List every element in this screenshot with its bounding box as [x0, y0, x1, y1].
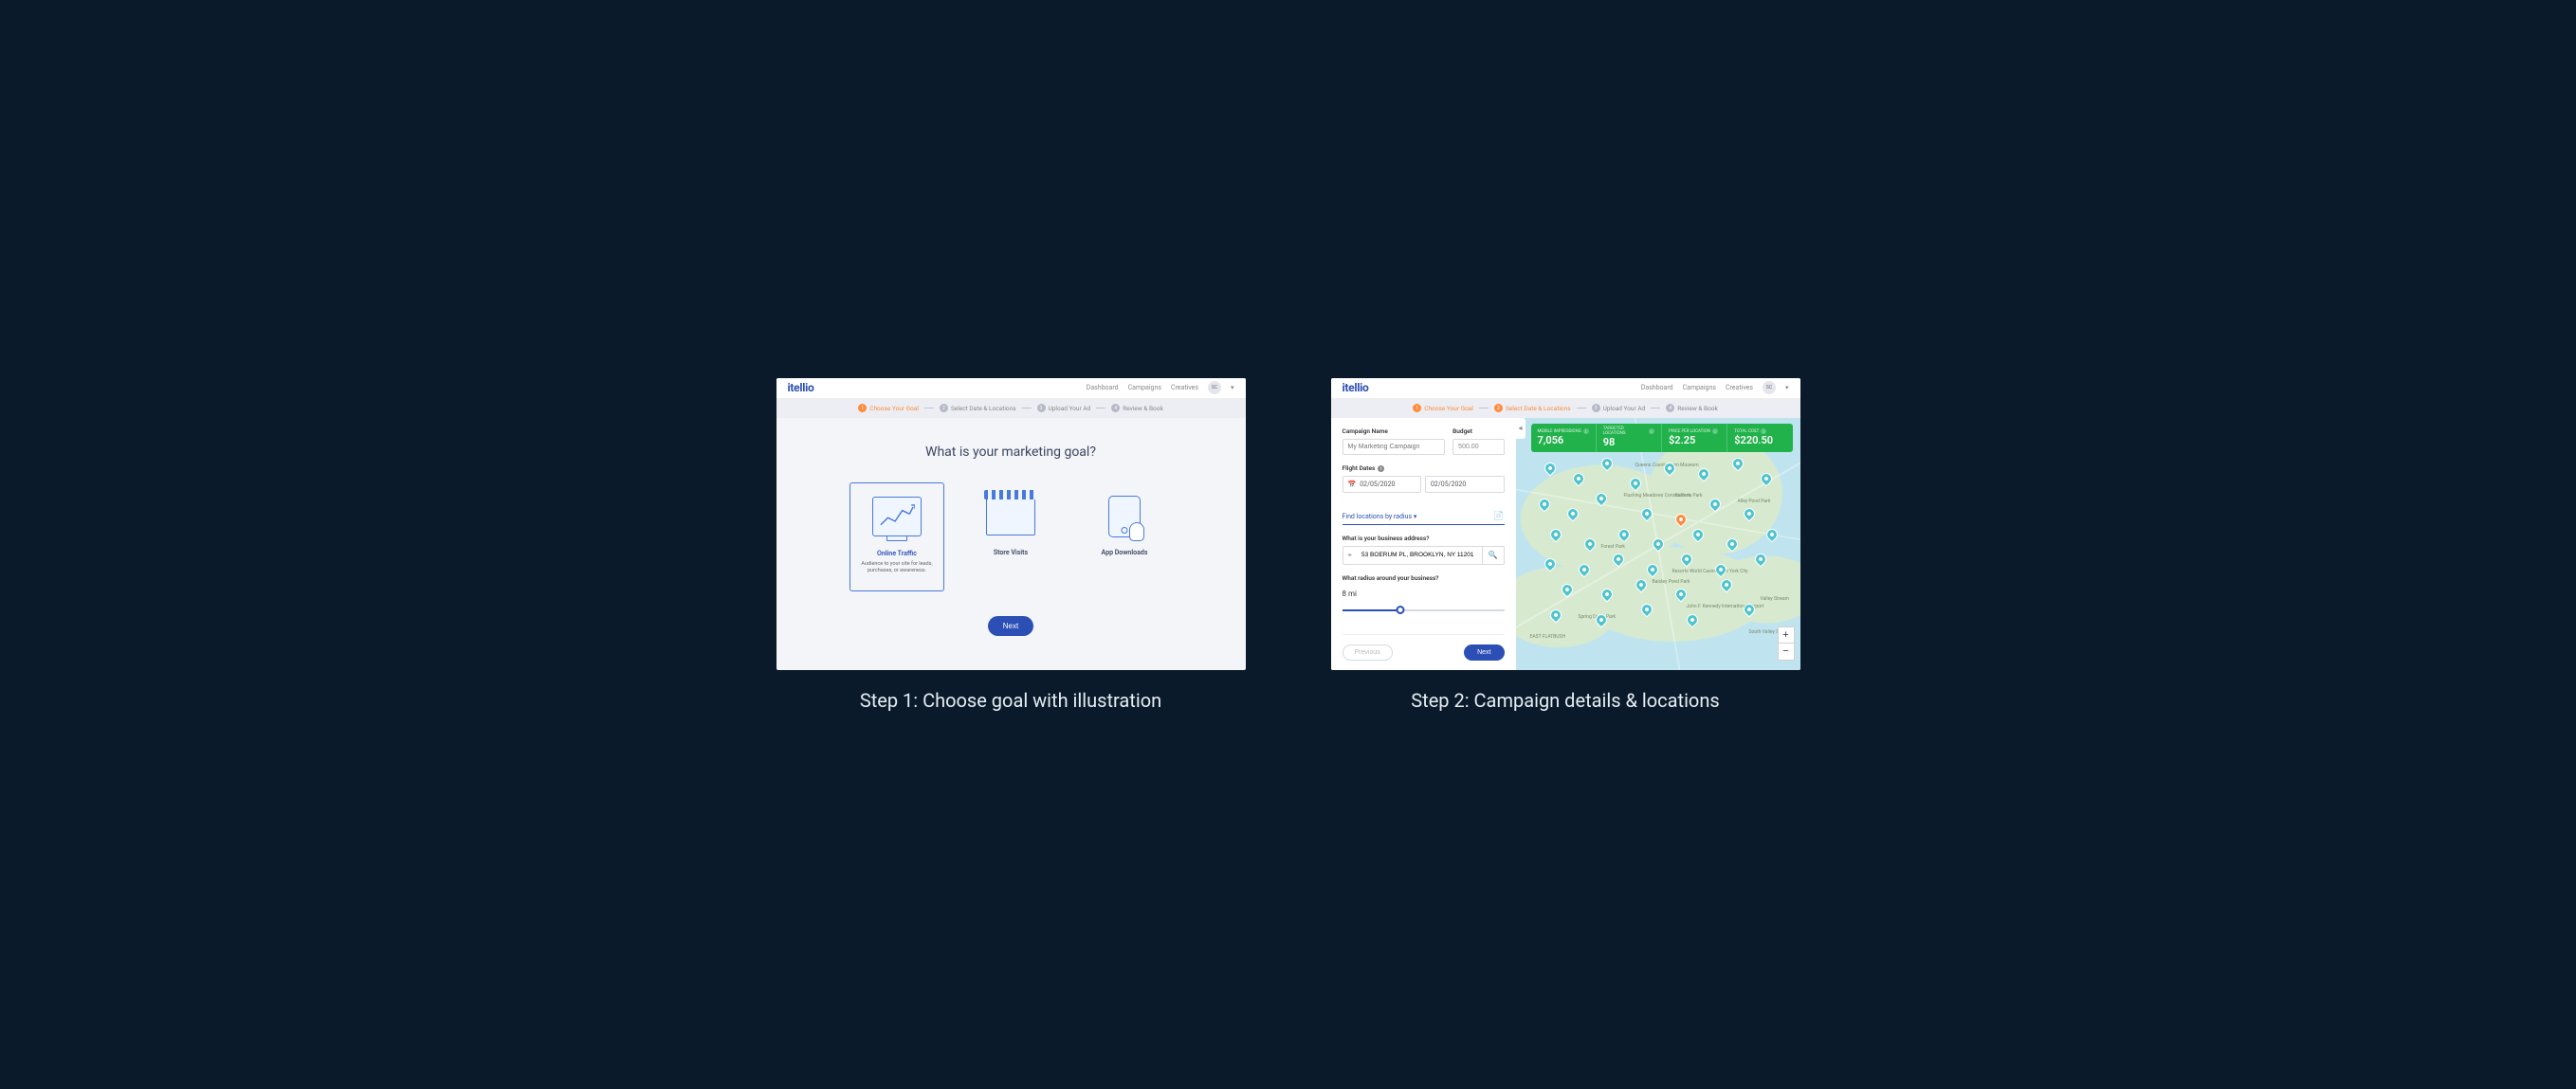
topnav: Dashboard Campaigns Creatives SC ▾: [1641, 381, 1789, 394]
goal-online-traffic[interactable]: Online Traffic Audience to your site for…: [850, 482, 944, 591]
avatar[interactable]: SC: [1208, 381, 1221, 394]
previous-button[interactable]: Previous: [1343, 644, 1393, 661]
step-1[interactable]: 1Choose Your Goal: [1413, 404, 1473, 412]
pin-icon: ⌖: [1343, 547, 1358, 564]
caption-step1: Step 1: Choose goal with illustration: [860, 689, 1161, 712]
map-label: Valley Stream: [1761, 596, 1789, 602]
map-label: Forest Park: [1601, 544, 1625, 550]
goal-desc: Audience to your site for leads, purchas…: [856, 561, 938, 574]
chevron-down-icon: ▾: [1414, 513, 1417, 520]
stepper: 1Choose Your Goal 2Select Date & Locatio…: [1331, 399, 1800, 418]
stat-impressions: MOBILE IMPRESSIONSi7,056: [1531, 424, 1597, 452]
stat-price: PRICE PER LOCATIONi$2.25: [1662, 424, 1727, 452]
nav-dashboard[interactable]: Dashboard: [1641, 384, 1673, 391]
info-icon[interactable]: i: [1649, 428, 1654, 434]
find-locations-dropdown[interactable]: Find locations by radius ▾ 📄: [1343, 512, 1505, 525]
step-4[interactable]: 4Review & Book: [1666, 404, 1718, 412]
map-label: Resorts World Casino New York City: [1672, 569, 1748, 574]
nav-campaigns[interactable]: Campaigns: [1683, 384, 1716, 391]
step-2[interactable]: 2Select Date & Locations: [1494, 404, 1571, 412]
step-3[interactable]: 3Upload Your Ad: [1592, 404, 1646, 412]
phone-tap-icon: [1100, 496, 1149, 541]
campaign-name-label: Campaign Name: [1343, 427, 1446, 435]
budget-label: Budget: [1452, 427, 1504, 435]
calendar-icon: 📅: [1348, 481, 1357, 488]
next-button[interactable]: Next: [988, 616, 1033, 636]
monitor-chart-icon: [872, 497, 922, 542]
budget-input[interactable]: [1452, 439, 1504, 455]
next-button[interactable]: Next: [1464, 644, 1504, 661]
map[interactable]: ◂ MOBILE IMPRESSIONSi7,056 TARGETED LOCA…: [1516, 418, 1800, 670]
stat-total: TOTAL COSTi$220.50: [1727, 424, 1792, 452]
topnav: Dashboard Campaigns Creatives SC ▾: [1087, 381, 1234, 394]
campaign-name-input[interactable]: [1343, 439, 1446, 455]
nav-campaigns[interactable]: Campaigns: [1128, 384, 1161, 391]
step-4[interactable]: 4Review & Book: [1111, 404, 1163, 412]
map-label: EAST FLATBUSH: [1530, 634, 1566, 640]
info-icon[interactable]: i: [1583, 428, 1589, 434]
collapse-panel-button[interactable]: ◂: [1516, 418, 1526, 439]
stepper: 1Choose Your Goal 2Select Date & Locatio…: [776, 399, 1246, 418]
step-1[interactable]: 1Choose Your Goal: [858, 404, 919, 412]
zoom-out-button[interactable]: −: [1779, 644, 1794, 660]
brand-logo: itellio: [1343, 381, 1369, 394]
goal-title: Online Traffic: [877, 550, 917, 557]
goal-store-visits[interactable]: Store Visits: [963, 482, 1058, 591]
step-2[interactable]: 2Select Date & Locations: [940, 404, 1016, 412]
topbar: itellio Dashboard Campaigns Creatives SC…: [776, 378, 1246, 399]
heading: What is your marketing goal?: [925, 445, 1096, 460]
chevron-down-icon[interactable]: ▾: [1785, 384, 1789, 391]
nav-creatives[interactable]: Creatives: [1171, 384, 1198, 391]
search-icon: 🔍: [1489, 551, 1498, 559]
search-button[interactable]: 🔍: [1482, 547, 1504, 564]
map-label: Kissena Park: [1675, 493, 1703, 499]
info-icon[interactable]: i: [1712, 428, 1718, 434]
column-step1: itellio Dashboard Campaigns Creatives SC…: [776, 378, 1246, 712]
step1-body: What is your marketing goal? Online Traf…: [776, 418, 1246, 670]
stat-locations: TARGETED LOCATIONSi98: [1597, 424, 1662, 452]
topbar: itellio Dashboard Campaigns Creatives SC…: [1331, 378, 1800, 399]
step2-body: Campaign Name Budget Flight Datesi 📅02/0…: [1331, 418, 1800, 670]
goals-grid: Online Traffic Audience to your site for…: [850, 482, 1172, 591]
flight-dates-label: Flight Datesi: [1343, 464, 1505, 473]
form-footer: Previous Next: [1343, 634, 1505, 661]
avatar[interactable]: SC: [1763, 381, 1776, 394]
form-panel: Campaign Name Budget Flight Datesi 📅02/0…: [1331, 418, 1516, 670]
stats-bar: MOBILE IMPRESSIONSi7,056 TARGETED LOCATI…: [1531, 424, 1793, 452]
info-icon[interactable]: i: [1761, 428, 1766, 434]
radius-slider[interactable]: [1343, 606, 1505, 615]
caption-step2: Step 2: Campaign details & locations: [1411, 689, 1719, 712]
column-step2: itellio Dashboard Campaigns Creatives SC…: [1331, 378, 1800, 712]
zoom-control: + −: [1778, 626, 1795, 661]
chevron-down-icon[interactable]: ▾: [1231, 384, 1234, 391]
zoom-in-button[interactable]: +: [1779, 627, 1794, 644]
screenshot-step2: itellio Dashboard Campaigns Creatives SC…: [1331, 378, 1800, 670]
radius-label: What radius around your business?: [1343, 574, 1505, 582]
brand-logo: itellio: [788, 381, 814, 394]
nav-dashboard[interactable]: Dashboard: [1087, 384, 1119, 391]
date-end-input[interactable]: 02/05/2020: [1425, 476, 1505, 493]
step-3[interactable]: 3Upload Your Ad: [1037, 404, 1091, 412]
date-start-input[interactable]: 📅02/05/2020: [1343, 476, 1422, 493]
document-icon[interactable]: 📄: [1493, 512, 1504, 521]
nav-creatives[interactable]: Creatives: [1726, 384, 1753, 391]
radius-value: 8 mi: [1343, 590, 1505, 598]
address-label: What is your business address?: [1343, 535, 1430, 542]
info-icon[interactable]: i: [1378, 465, 1384, 472]
map-label: Alley Pond Park: [1738, 499, 1771, 504]
storefront-icon: [986, 496, 1035, 541]
screenshot-step1: itellio Dashboard Campaigns Creatives SC…: [776, 378, 1246, 670]
goal-title: Store Visits: [994, 549, 1028, 556]
address-input[interactable]: [1357, 547, 1482, 564]
goal-app-downloads[interactable]: App Downloads: [1077, 482, 1172, 591]
slider-thumb[interactable]: [1397, 606, 1405, 614]
map-label: Baisley Pond Park: [1653, 579, 1690, 585]
goal-title: App Downloads: [1102, 549, 1148, 556]
